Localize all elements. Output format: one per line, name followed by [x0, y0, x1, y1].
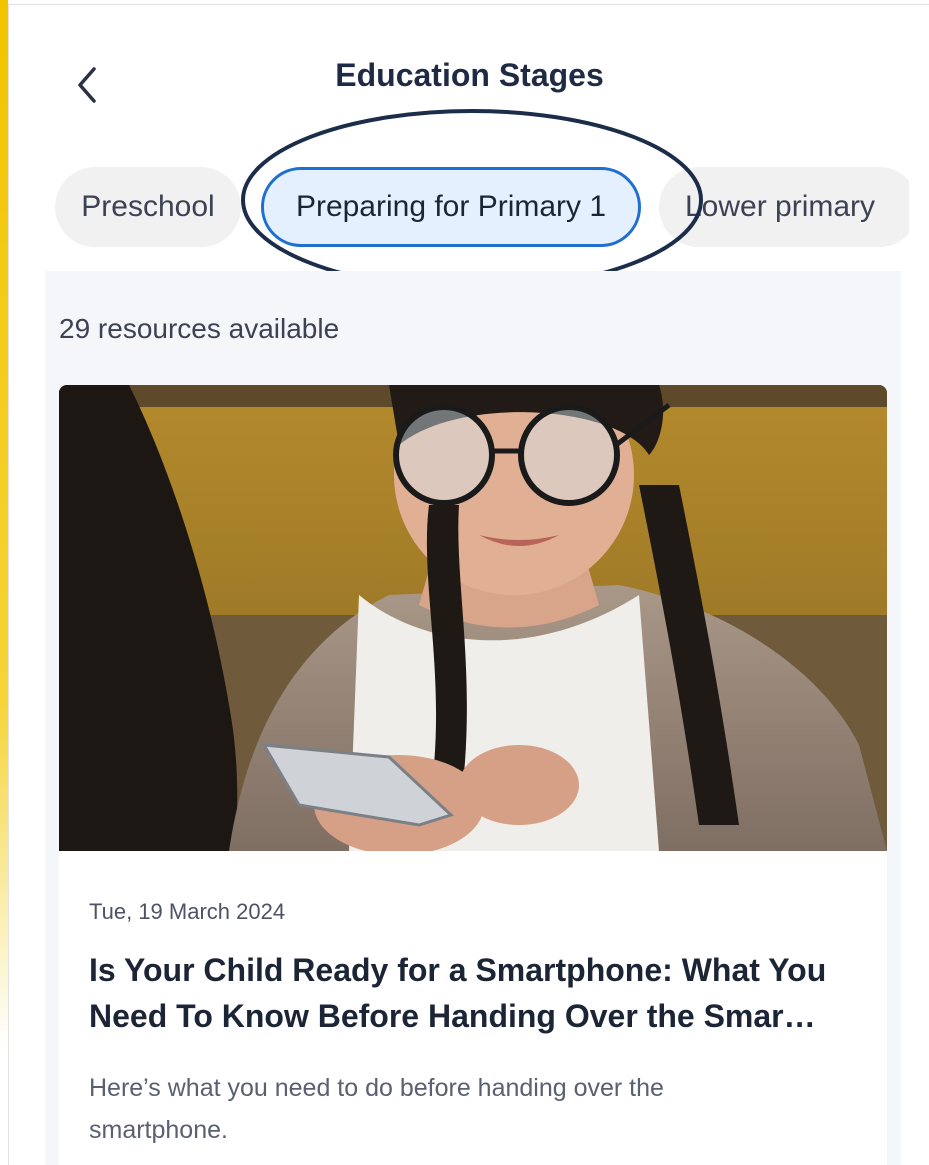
- app-screen: Education Stages Preschool Preparing for…: [8, 4, 929, 1165]
- tab-preparing-for-primary-1[interactable]: Preparing for Primary 1: [261, 167, 641, 247]
- background-edge: [0, 0, 8, 1164]
- article-summary: Here’s what you need to do before handin…: [89, 1074, 664, 1144]
- article-title[interactable]: Is Your Child Ready for a Smartphone: Wh…: [89, 947, 869, 1039]
- resources-panel: 29 resources available Tue, 19 March 202…: [45, 271, 901, 1165]
- article-image: [59, 385, 887, 851]
- article-date: Tue, 19 March 2024: [89, 899, 286, 924]
- stage-tabs: Preschool Preparing for Primary 1 Lower …: [9, 161, 909, 251]
- page-title: Education Stages: [335, 57, 604, 93]
- resource-count: 29 resources available: [59, 313, 340, 344]
- tab-preschool[interactable]: Preschool: [55, 167, 241, 247]
- header: Education Stages: [9, 5, 929, 155]
- article-card[interactable]: Tue, 19 March 2024 Is Your Child Ready f…: [59, 385, 887, 1165]
- tab-lower-primary[interactable]: Lower primary: [659, 167, 909, 247]
